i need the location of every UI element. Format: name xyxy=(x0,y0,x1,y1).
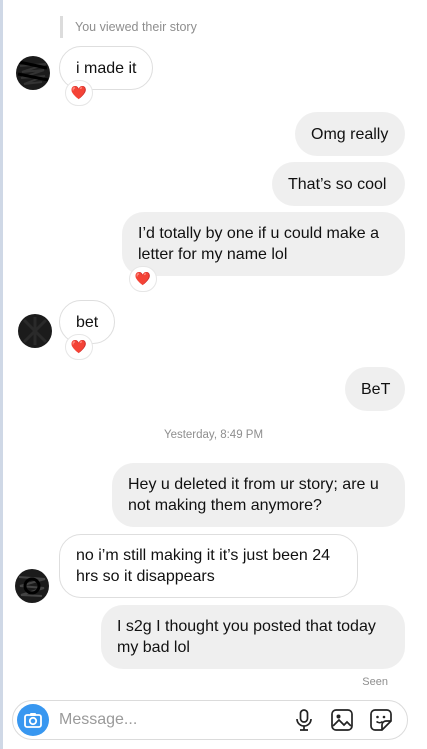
message-text-line: hrs so it disappears xyxy=(76,568,215,585)
sticker-button[interactable] xyxy=(369,708,393,732)
heart-icon: ❤️ xyxy=(70,339,88,354)
message-text: Omg really xyxy=(311,125,389,143)
camera-icon xyxy=(24,713,42,728)
message-text: That’s so cool xyxy=(288,175,387,193)
microphone-button[interactable] xyxy=(292,708,316,732)
message-text-line: not making them anymore? xyxy=(128,497,322,514)
heart-icon: ❤️ xyxy=(70,85,88,100)
gallery-button[interactable] xyxy=(330,708,354,732)
message-text-line: letter for my name lol xyxy=(138,246,288,263)
contact-avatar[interactable] xyxy=(16,56,50,90)
message-text: bet xyxy=(76,313,99,331)
message-bubble-outgoing[interactable]: BeT xyxy=(345,367,405,411)
message-bubble-outgoing[interactable]: I s2g I thought you posted that today my… xyxy=(101,605,405,669)
message-bubble-outgoing[interactable]: I’d totally by one if u could make a let… xyxy=(122,212,405,276)
contact-avatar[interactable] xyxy=(15,569,49,603)
heart-reaction[interactable]: ❤️ xyxy=(65,80,93,106)
message-input[interactable] xyxy=(59,701,279,739)
message-composer xyxy=(12,700,408,740)
window-edge xyxy=(0,0,3,749)
message-text: i made it xyxy=(76,59,137,77)
heart-reaction[interactable]: ❤️ xyxy=(129,266,157,292)
heart-icon: ❤️ xyxy=(134,271,152,286)
seen-indicator: Seen xyxy=(362,676,388,688)
message-timestamp: Yesterday, 8:49 PM xyxy=(163,429,264,441)
message-bubble-outgoing[interactable]: That’s so cool xyxy=(272,162,405,206)
microphone-icon xyxy=(296,709,312,731)
message-text: BeT xyxy=(361,380,391,398)
message-text-line: Hey u deleted it from ur story; are u xyxy=(128,476,379,493)
contact-avatar[interactable] xyxy=(18,314,52,348)
message-text-line: I s2g I thought you posted that today xyxy=(117,618,376,635)
message-bubble-outgoing[interactable]: Omg really xyxy=(295,112,405,156)
story-reply-note: You viewed their story xyxy=(60,16,197,38)
message-bubble-outgoing[interactable]: Hey u deleted it from ur story; are u no… xyxy=(112,463,405,527)
gallery-icon xyxy=(331,709,353,731)
camera-button[interactable] xyxy=(17,704,49,736)
message-text-line: I’d totally by one if u could make a xyxy=(138,225,380,242)
message-text-line: no i’m still making it it’s just been 24 xyxy=(76,547,331,564)
message-text-line: my bad lol xyxy=(117,639,190,656)
sticker-icon xyxy=(370,709,392,731)
heart-reaction[interactable]: ❤️ xyxy=(65,334,93,360)
message-bubble-incoming[interactable]: no i’m still making it it’s just been 24… xyxy=(59,534,358,598)
